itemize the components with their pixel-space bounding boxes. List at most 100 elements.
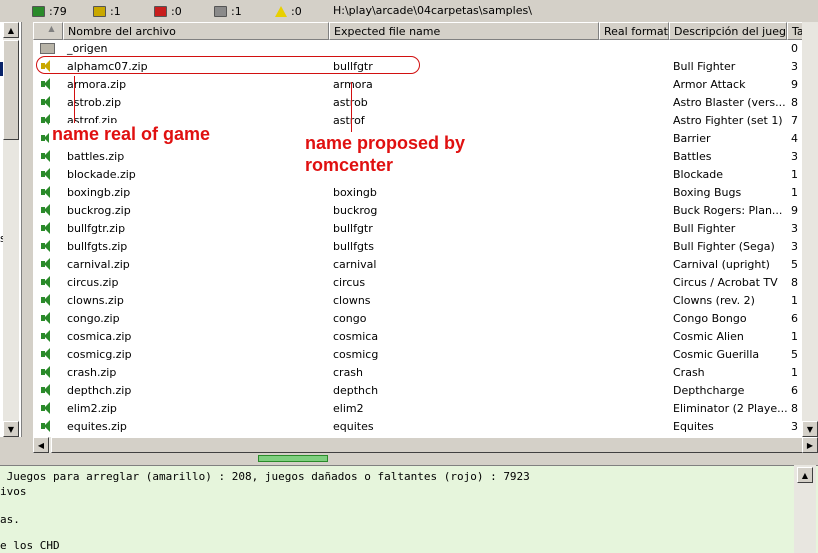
speaker-cone (44, 96, 50, 108)
panel-splitter[interactable] (0, 453, 818, 465)
cell-description: Clowns (rev. 2) (673, 294, 755, 307)
cell-description: Equites (673, 420, 714, 433)
speaker-cone (44, 186, 50, 198)
speaker-cone (44, 204, 50, 216)
cell-real-format (599, 382, 669, 400)
cell-real-format (599, 328, 669, 346)
cell-expected: bullfgts (333, 240, 374, 253)
cell-filename: bullfgts.zip (67, 240, 128, 253)
speaker-green-icon (33, 184, 63, 202)
speaker-cone (44, 330, 50, 342)
log-scroll-up-icon[interactable]: ▲ (797, 467, 813, 483)
cell-expected: astrob (329, 94, 599, 112)
table-row[interactable]: equites.zip equites Equites 3 (33, 418, 818, 436)
log-vertical-scrollbar[interactable]: ▲ (794, 465, 816, 553)
cell-description: Bull Fighter (Sega) (673, 240, 775, 253)
table-row[interactable]: boxingb.zip boxingb Boxing Bugs 1 (33, 184, 818, 202)
annotation-real-name: name real of game (49, 123, 214, 145)
scroll-down-icon[interactable]: ▼ (3, 421, 19, 437)
table-row[interactable]: astrob.zipastrobAstro Blaster (vers...8 (33, 94, 818, 112)
table-horizontal-scrollbar[interactable]: ◀ ▶ (33, 437, 818, 453)
table-row[interactable]: carnival.zip carnival Carnival (upright) 5 (33, 256, 818, 274)
table-row[interactable]: blockade.zip Blockade 1 (33, 166, 818, 184)
table-row[interactable]: bullfgts.zip bullfgts Bull Fighter (Sega) 3 (33, 238, 818, 256)
speaker-icon (40, 95, 53, 109)
table-row[interactable]: congo.zip congo Congo Bongo 6 (33, 310, 818, 328)
cell-expected: cosmicg (333, 348, 379, 361)
status-missing-label: :0 (171, 4, 182, 18)
cell-real-format (599, 310, 669, 328)
table-row[interactable]: depthch.zip depthch Depthcharge 6 (33, 382, 818, 400)
table-row[interactable]: bullfgtr.zip bullfgtr Bull Fighter 3 (33, 220, 818, 238)
file-table: ▲ Nombre del archivo Expected file name … (33, 22, 818, 452)
table-row[interactable]: cosmica.zip cosmica Cosmic Alien 1 (33, 328, 818, 346)
col-header-description[interactable]: Descripción del juego (669, 22, 787, 40)
status-missing-count: :0 (154, 4, 182, 18)
cell-description: Blockade (673, 168, 724, 181)
status-warning-label: :0 (291, 4, 302, 18)
horizontal-scroll-thumb[interactable] (51, 437, 803, 453)
table-header: ▲ Nombre del archivo Expected file name … (33, 22, 818, 40)
table-row[interactable]: clowns.zip clowns Clowns (rev. 2) 1 (33, 292, 818, 310)
speaker-green-icon (33, 256, 63, 274)
cell-filename: battles.zip (67, 150, 125, 163)
speaker-green-icon (33, 220, 63, 238)
splitter-grip[interactable] (258, 455, 328, 462)
cell-real-format (599, 166, 669, 184)
annotation-line-right (351, 82, 352, 132)
speaker-icon (40, 347, 53, 361)
table-row[interactable]: circus.zip circus Circus / Acrobat TV 8 (33, 274, 818, 292)
speaker-icon (40, 221, 53, 235)
cell-description (669, 40, 787, 58)
cell-filename: boxingb.zip (67, 186, 131, 199)
cell-real-format (599, 400, 669, 418)
speaker-green-icon (33, 148, 63, 166)
speaker-icon (40, 383, 53, 397)
cell-description: Buck Rogers: Plan... (673, 204, 783, 217)
tree-scroll-thumb[interactable] (3, 40, 19, 140)
status-unknown-label: :1 (231, 4, 242, 18)
log-output: Juegos para arreglar (amarillo) : 208, j… (0, 465, 818, 553)
speaker-cone (44, 348, 50, 360)
cell-filename: crash.zip (67, 366, 117, 379)
log-line: e los CHD (0, 539, 60, 552)
table-row[interactable]: cosmicg.zip cosmicg Cosmic Guerilla 5 (33, 346, 818, 364)
tree-vertical-scrollbar[interactable]: ▲ ▼ (3, 22, 19, 437)
cell-filename: carnival.zip (67, 258, 130, 271)
col-header-real-format[interactable]: Real format (599, 22, 669, 40)
red-computer-icon (154, 5, 167, 17)
table-row[interactable]: elim2.zip elim2 Eliminator (2 Playe... 8 (33, 400, 818, 418)
cell-expected: buckrog (333, 204, 378, 217)
speaker-icon (40, 149, 53, 163)
table-scroll-down-icon[interactable]: ▼ (802, 421, 818, 437)
cell-expected: armora (333, 78, 373, 91)
status-warning-count: :0 (275, 4, 302, 18)
col-header-filename[interactable]: Nombre del archivo (63, 22, 329, 40)
speaker-green-icon (33, 202, 63, 220)
cell-expected: boxingb (333, 186, 377, 199)
current-path: H:\play\arcade\04carpetas\samples\ (333, 4, 532, 17)
cell-expected: astrof (333, 114, 365, 127)
table-vertical-scrollbar[interactable]: ▼ (802, 22, 818, 437)
status-fix-count: :1 (93, 4, 121, 18)
scroll-left-icon[interactable]: ◀ (33, 437, 49, 453)
speaker-cone (44, 312, 50, 324)
cell-filename: clowns.zip (67, 294, 124, 307)
table-row[interactable]: crash.zip crash Crash 1 (33, 364, 818, 382)
cell-filename: cosmica.zip (67, 330, 132, 343)
cell-description: Congo Bongo (673, 312, 747, 325)
cell-real-format (599, 202, 669, 220)
speaker-cone (44, 384, 50, 396)
annotation-line-left (74, 76, 75, 124)
annotation-proposed-line1: name proposed by (302, 132, 469, 154)
cell-real-format (599, 94, 669, 112)
table-row[interactable]: buckrog.zip buckrog Buck Rogers: Plan... 9 (33, 202, 818, 220)
cell-filename: blockade.zip (67, 168, 136, 181)
table-row[interactable]: armora.zip armora Armor Attack 9 (33, 76, 818, 94)
scroll-up-icon[interactable]: ▲ (3, 22, 19, 38)
col-header-expected[interactable]: Expected file name (329, 22, 599, 40)
speaker-icon (40, 329, 53, 343)
sort-arrow-icon[interactable]: ▲ (33, 22, 63, 40)
scroll-right-icon[interactable]: ▶ (802, 437, 818, 453)
speaker-icon (40, 365, 53, 379)
